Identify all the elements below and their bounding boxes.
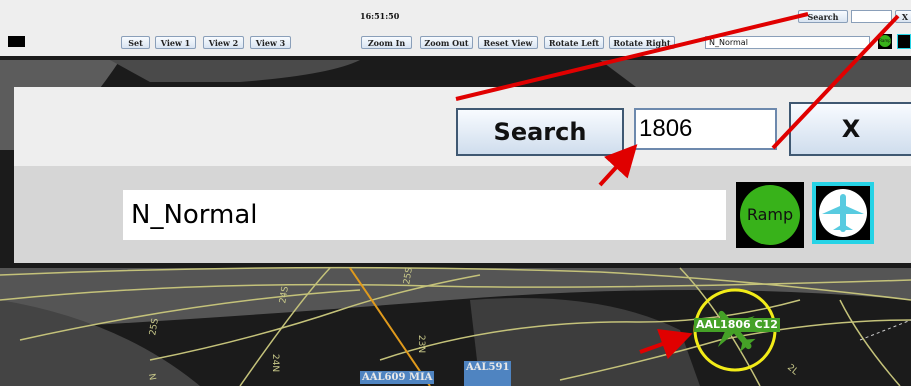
- airplane-icon: [819, 189, 867, 237]
- view1-button[interactable]: View 1: [155, 36, 196, 49]
- taxiway-label: 24N: [270, 353, 281, 373]
- screenshot: 16:51:50 Search X Set View 1 View 2 View…: [0, 0, 911, 386]
- airplane-toggle[interactable]: [897, 34, 911, 49]
- set-button[interactable]: Set: [121, 36, 150, 49]
- reset-view-button[interactable]: Reset View: [478, 36, 538, 49]
- ramp-toggle[interactable]: Ramp: [878, 34, 892, 49]
- flight-label[interactable]: AAL591: [464, 361, 512, 386]
- search-input-zoomed[interactable]: 1806: [634, 108, 777, 150]
- taxiway-label: 23N: [416, 334, 427, 354]
- zoom-out-button[interactable]: Zoom Out: [420, 36, 473, 49]
- search-button[interactable]: Search: [798, 10, 848, 23]
- top-toolbar: 16:51:50 Search X Set View 1 View 2 View…: [0, 0, 911, 56]
- close-button-zoomed[interactable]: X: [789, 102, 911, 156]
- rotate-right-button[interactable]: Rotate Right: [609, 36, 675, 49]
- rotate-left-button[interactable]: Rotate Left: [544, 36, 604, 49]
- mode-field[interactable]: N_Normal: [705, 36, 870, 49]
- view2-button[interactable]: View 2: [203, 36, 244, 49]
- ramp-icon: Ramp: [740, 185, 800, 245]
- clock-display: 16:51:50: [360, 11, 400, 21]
- zoom-in-button[interactable]: Zoom In: [361, 36, 412, 49]
- highlighted-flight-label[interactable]: AAL1806 C12: [694, 318, 780, 332]
- color-swatch: [8, 36, 25, 47]
- ramp-icon: Ramp: [879, 35, 891, 47]
- view3-button[interactable]: View 3: [250, 36, 291, 49]
- close-button[interactable]: X: [895, 10, 911, 23]
- flight-label[interactable]: AAL609 MIA: [360, 371, 435, 384]
- search-button-zoomed[interactable]: Search: [456, 108, 624, 156]
- mode-field-zoomed[interactable]: N_Normal: [123, 190, 726, 240]
- zoomed-toolbar-callout: Search 1806 X N_Normal Ramp: [14, 87, 911, 263]
- ramp-toggle-zoomed[interactable]: Ramp: [736, 182, 804, 248]
- search-input[interactable]: [851, 10, 892, 23]
- airplane-toggle-zoomed[interactable]: [812, 182, 874, 244]
